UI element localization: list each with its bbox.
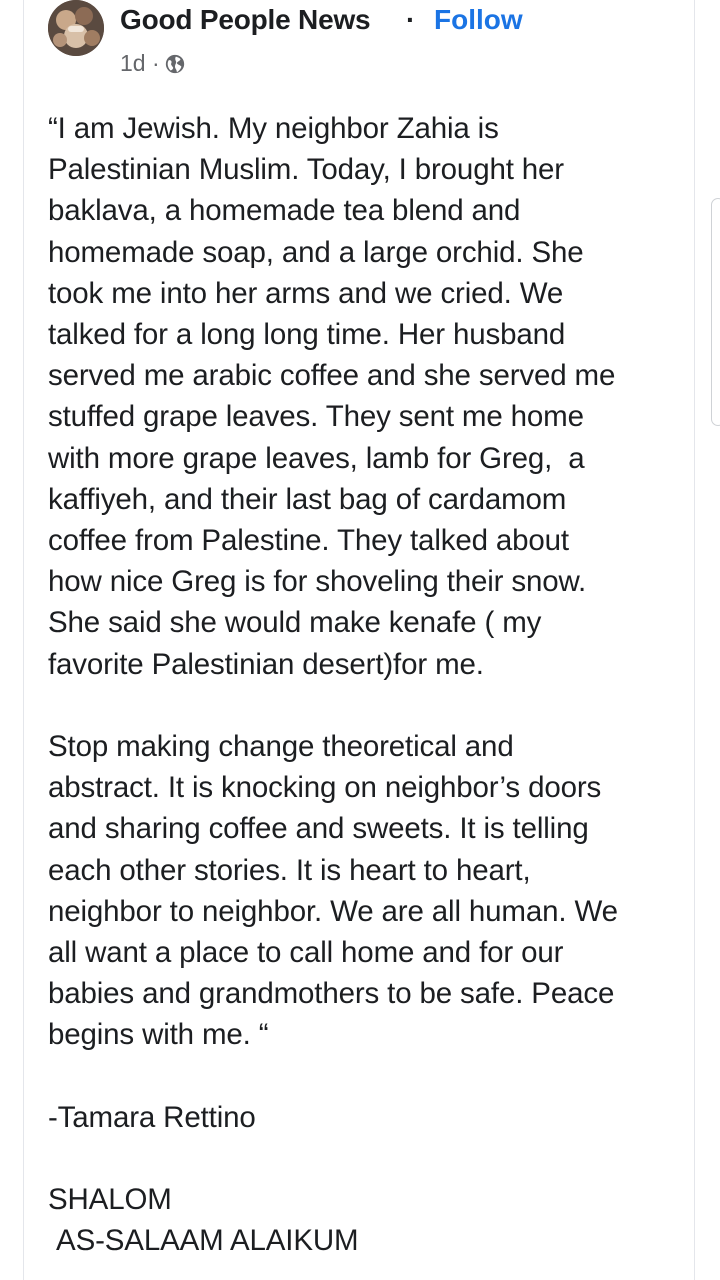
scrollbar-handle[interactable]	[711, 198, 720, 426]
avatar-image	[48, 0, 104, 56]
post-header: Good People News · Follow 1d ·	[48, 0, 688, 90]
post-timestamp[interactable]: 1d ·	[120, 50, 160, 77]
post-left-border	[23, 0, 24, 1280]
post-text: “I am Jewish. My neighbor Zahia is Pales…	[48, 112, 618, 1258]
page-name-link[interactable]: Good People News	[120, 4, 371, 36]
post-right-border	[694, 0, 695, 1280]
post-meta: 1d ·	[120, 50, 186, 77]
follow-button[interactable]: Follow	[434, 4, 523, 36]
separator-dot: ·	[406, 4, 416, 35]
page-avatar-icon[interactable]	[48, 0, 104, 56]
globe-icon[interactable]	[164, 53, 186, 75]
